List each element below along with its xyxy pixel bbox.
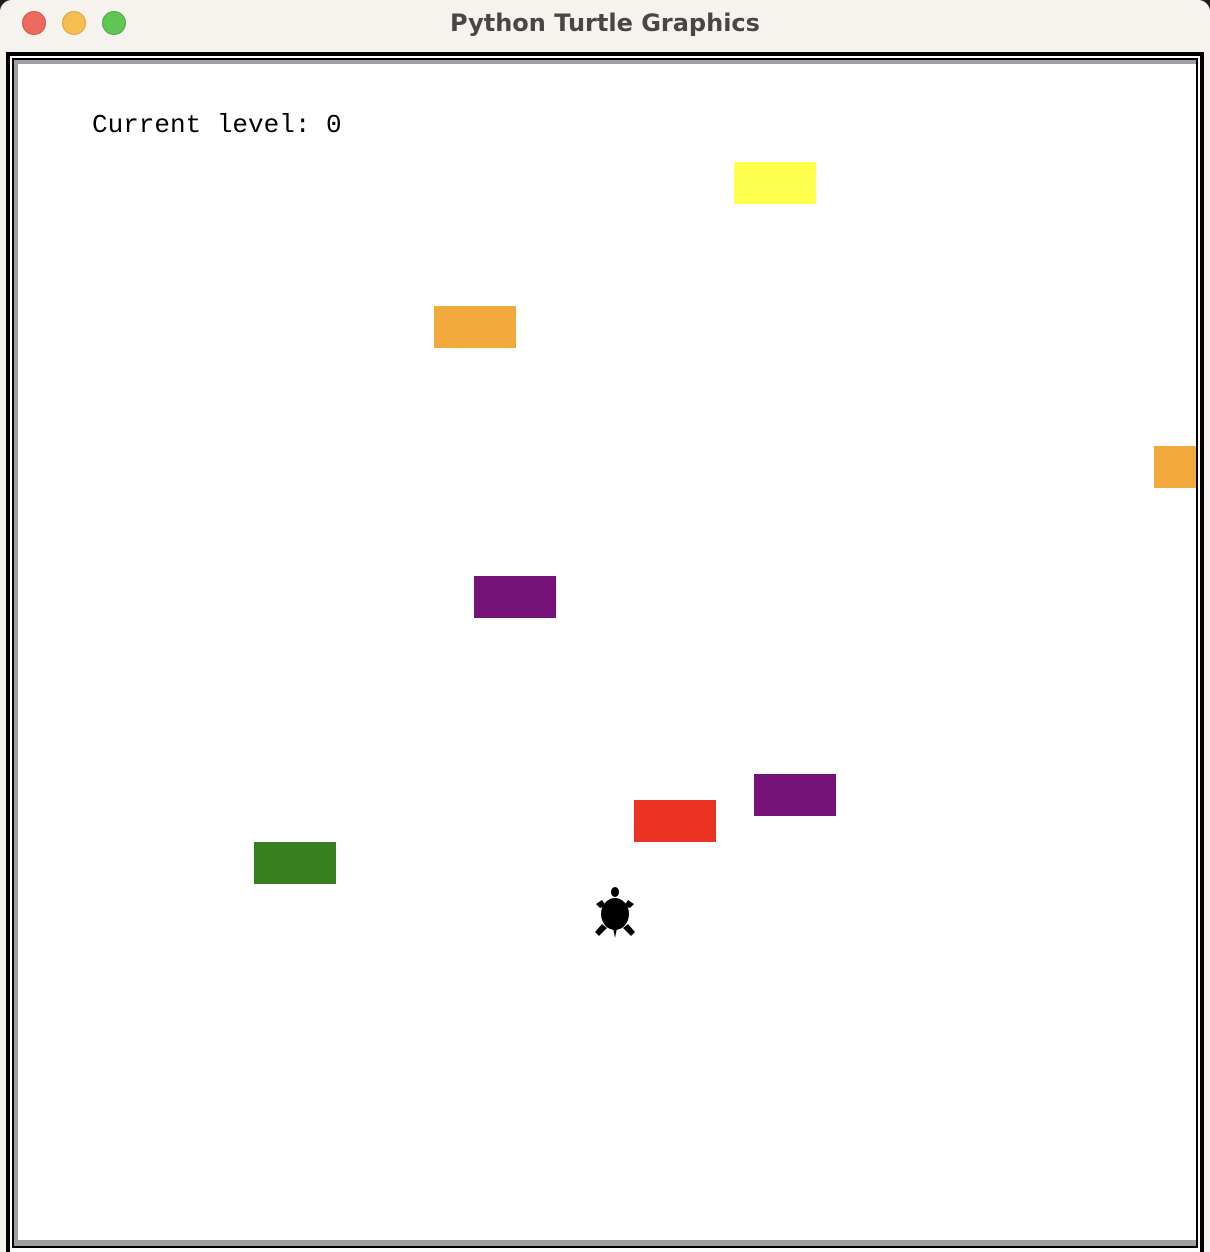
turtle-graphics-window: Python Turtle Graphics Current level: 0 — [0, 0, 1210, 1252]
level-label: Current level: 0 — [92, 110, 342, 140]
title-bar[interactable]: Python Turtle Graphics — [0, 0, 1210, 50]
car-yellow — [734, 162, 816, 204]
car-orange — [1154, 446, 1196, 488]
car-red — [634, 800, 716, 842]
game-canvas[interactable]: Current level: 0 — [18, 64, 1196, 1240]
car-purple — [474, 576, 556, 618]
car-green — [254, 842, 336, 884]
turtle-icon[interactable] — [594, 886, 636, 940]
window-title: Python Turtle Graphics — [450, 9, 760, 37]
car-purple — [754, 774, 836, 816]
car-orange — [434, 306, 516, 348]
